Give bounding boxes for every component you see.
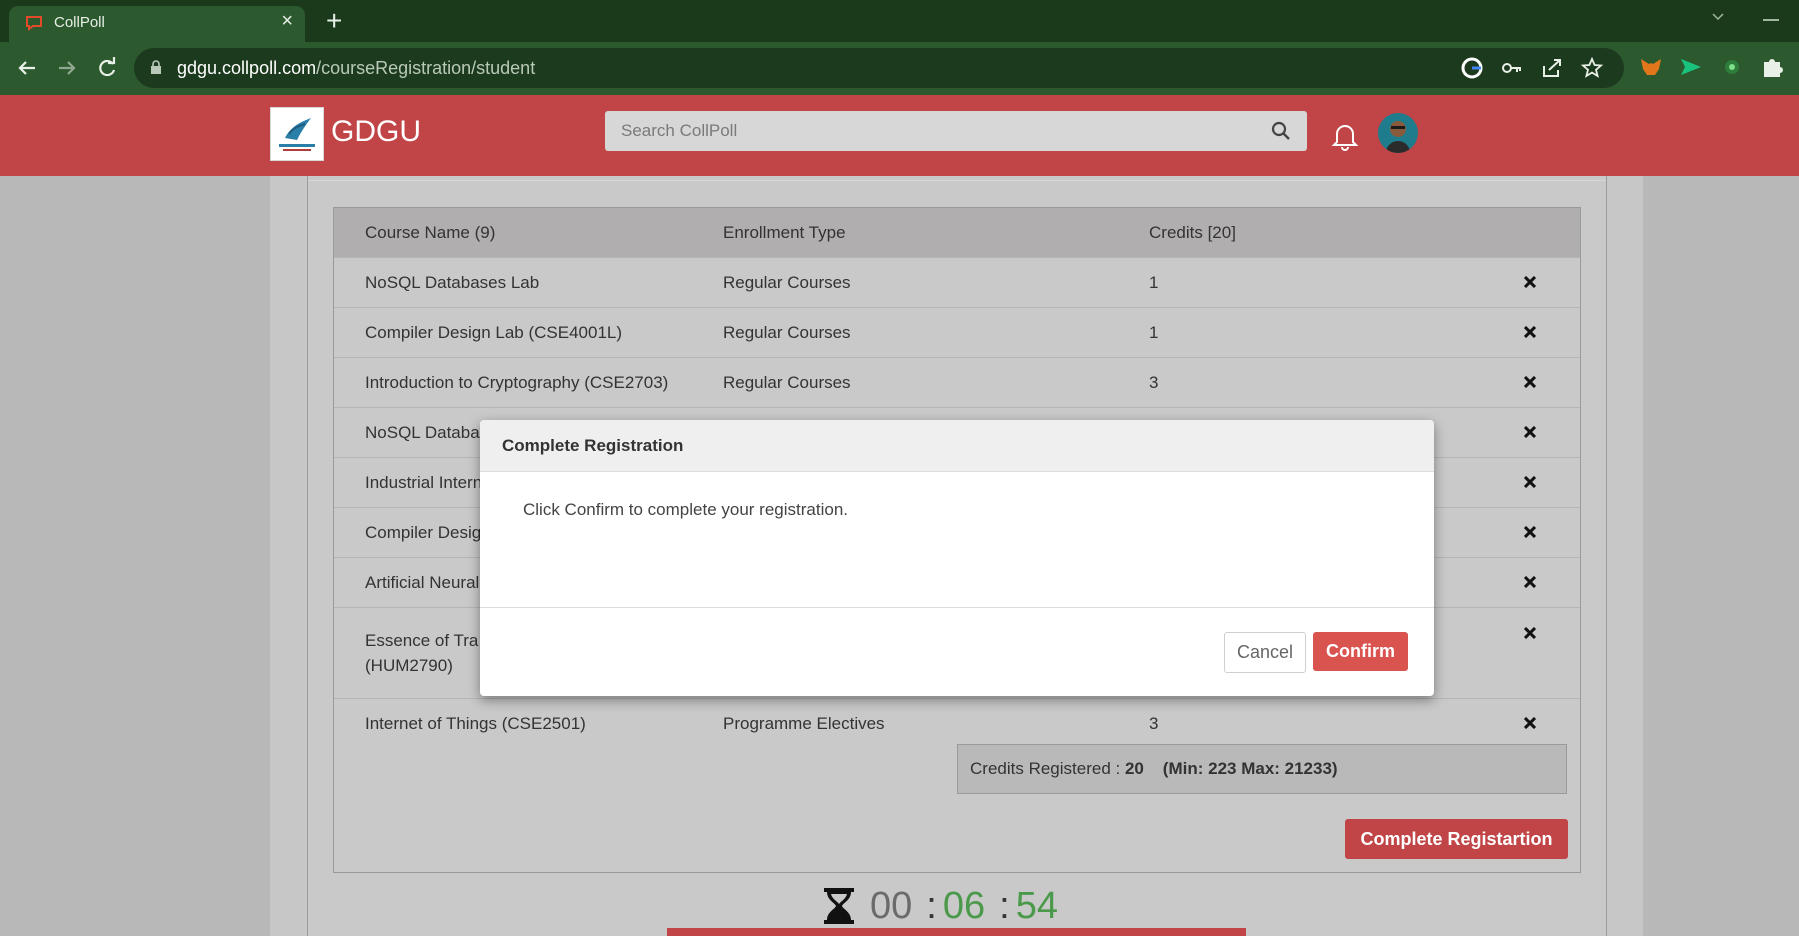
url-host: gdgu.collpoll.com: [177, 58, 317, 78]
enrollment-type: Regular Courses: [723, 307, 1149, 358]
credits-range: (Min: 223 Max: 21233): [1162, 759, 1338, 778]
remove-course-icon[interactable]: [1523, 525, 1536, 538]
timer-minutes: 06: [942, 884, 986, 927]
course-credits: 3: [1149, 357, 1479, 408]
course-name: NoSQL Databases Lab: [334, 257, 723, 308]
bottom-action-bar: [667, 928, 1246, 936]
minimize-icon[interactable]: [1763, 19, 1779, 21]
complete-registration-button[interactable]: Complete Registartion: [1345, 819, 1568, 859]
browser-tabbar: CollPoll × +: [0, 0, 1799, 42]
browser-toolbar: gdgu.collpoll.com/courseRegistration/stu…: [0, 42, 1799, 95]
header-credits: Credits [20]: [1149, 208, 1479, 258]
remove-course-icon[interactable]: [1523, 425, 1536, 438]
puzzle-extensions-icon[interactable]: [1759, 53, 1785, 81]
chevron-down-icon[interactable]: [1711, 10, 1725, 24]
table-row: NoSQL Databases Lab Regular Courses 1: [334, 257, 1580, 308]
remove-course-icon[interactable]: [1523, 575, 1536, 588]
star-icon[interactable]: [1580, 56, 1606, 80]
header-enrollment-type: Enrollment Type: [723, 208, 1149, 258]
browser-tab[interactable]: CollPoll ×: [9, 6, 305, 42]
url-text: gdgu.collpoll.com/courseRegistration/stu…: [177, 58, 535, 79]
gdgu-logo[interactable]: [270, 107, 324, 161]
app-header: GDGU: [0, 95, 1799, 176]
timer-separator: :: [926, 884, 937, 927]
tab-title: CollPoll: [54, 14, 105, 31]
modal-divider: [480, 607, 1434, 608]
forward-icon[interactable]: [53, 54, 81, 82]
enrollment-type: Regular Courses: [723, 257, 1149, 308]
brand-name: GDGU: [331, 115, 421, 148]
bell-icon[interactable]: [1331, 120, 1359, 152]
credits-value: 20: [1124, 759, 1144, 778]
course-name: Compiler Design Lab (CSE4001L): [334, 307, 723, 358]
remove-course-icon[interactable]: [1523, 627, 1536, 639]
remove-course-icon[interactable]: [1523, 325, 1536, 338]
timer-hours: 00: [870, 884, 913, 927]
key-icon[interactable]: [1500, 56, 1526, 80]
course-credits: 3: [1149, 698, 1479, 748]
complete-registration-modal: Complete Registration Click Confirm to c…: [480, 420, 1434, 696]
plus-icon[interactable]: +: [326, 7, 342, 35]
search-icon[interactable]: [1271, 121, 1291, 141]
google-icon[interactable]: [1460, 56, 1486, 80]
table-row: Introduction to Cryptography (CSE2703) R…: [334, 357, 1580, 408]
back-icon[interactable]: [13, 54, 41, 82]
credits-label: Credits Registered :: [970, 759, 1121, 778]
remove-course-icon[interactable]: [1523, 475, 1536, 488]
send-arrow-icon[interactable]: [1678, 53, 1704, 81]
collpoll-favicon-icon: [26, 16, 42, 31]
table-header-row: Course Name (9) Enrollment Type Credits …: [334, 208, 1580, 258]
modal-message: Click Confirm to complete your registrat…: [523, 500, 849, 519]
table-row: Internet of Things (CSE2501) Programme E…: [334, 698, 1580, 748]
course-name-line2: (HUM2790): [365, 656, 453, 675]
university-crest-icon: [279, 118, 315, 151]
extension-badge-icon[interactable]: [1719, 53, 1745, 81]
timer-separator: :: [999, 884, 1010, 927]
timer-seconds: 54: [1015, 884, 1058, 927]
course-credits: 1: [1149, 257, 1479, 308]
remove-course-icon[interactable]: [1523, 375, 1536, 388]
credits-summary: Credits Registered : 20 (Min: 223 Max: 2…: [957, 744, 1567, 794]
remove-course-icon[interactable]: [1523, 275, 1536, 288]
user-avatar-icon: [1386, 121, 1410, 153]
tab-close-icon[interactable]: ×: [281, 11, 293, 31]
course-credits: 1: [1149, 307, 1479, 358]
metamask-fox-icon[interactable]: [1638, 53, 1664, 81]
modal-header: Complete Registration: [480, 420, 1434, 472]
table-row: Compiler Design Lab (CSE4001L) Regular C…: [334, 307, 1580, 358]
share-icon[interactable]: [1540, 56, 1566, 80]
remove-course-icon[interactable]: [1523, 716, 1536, 729]
cancel-button[interactable]: Cancel: [1224, 632, 1306, 673]
credits-summary-text: Credits Registered : 20 (Min: 223 Max: 2…: [970, 759, 1338, 779]
enrollment-type: Programme Electives: [723, 698, 1149, 748]
hourglass-icon: [824, 888, 854, 924]
address-bar[interactable]: gdgu.collpoll.com/courseRegistration/stu…: [134, 48, 1624, 88]
course-name: Introduction to Cryptography (CSE2703): [334, 357, 723, 408]
lock-icon: [151, 60, 161, 74]
course-name: Internet of Things (CSE2501): [334, 698, 723, 748]
search-box: [605, 111, 1307, 151]
search-input[interactable]: [605, 111, 1277, 151]
enrollment-type: Regular Courses: [723, 357, 1149, 408]
url-path: /courseRegistration/student: [316, 58, 536, 78]
header-course-name: Course Name (9): [334, 208, 723, 258]
modal-title: Complete Registration: [502, 436, 684, 455]
course-name-line1: Essence of Tra: [365, 631, 479, 650]
reload-icon[interactable]: [93, 54, 121, 82]
countdown-timer: 00 : 06 : 54: [818, 884, 1058, 928]
avatar[interactable]: [1378, 113, 1418, 153]
confirm-button[interactable]: Confirm: [1313, 632, 1408, 671]
